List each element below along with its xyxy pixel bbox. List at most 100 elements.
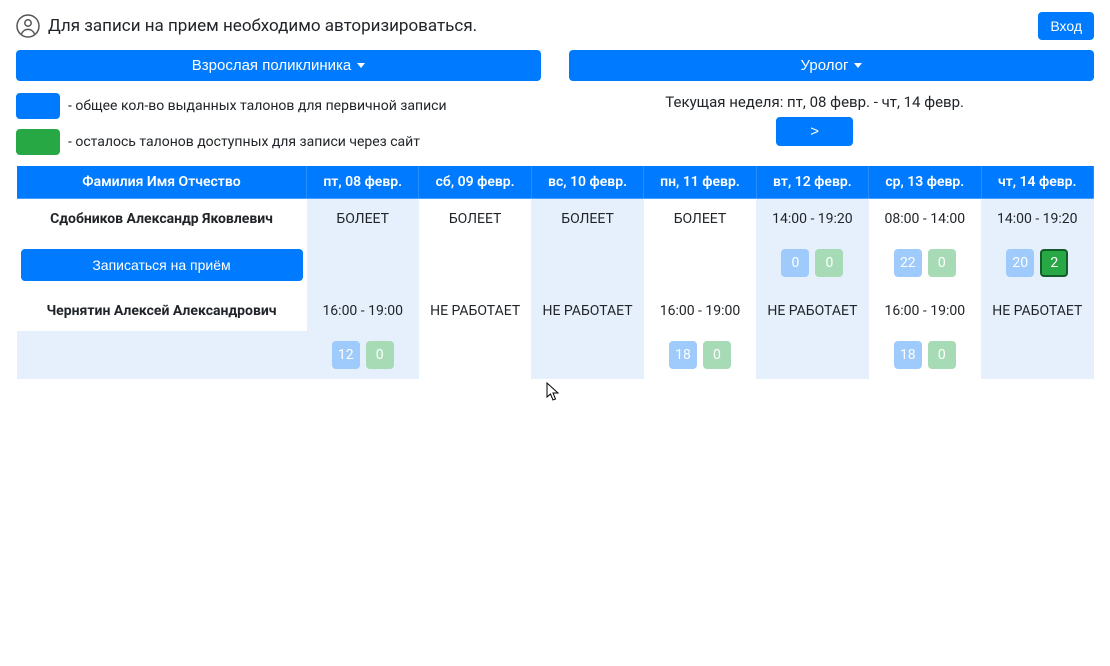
cell-status: НЕ РАБОТАЕТ <box>981 291 1093 331</box>
col-header-day: сб, 09 февр. <box>419 166 531 199</box>
legend-swatch-blue <box>16 93 60 119</box>
doctor-name: Сдобников Александр Яковлевич <box>17 199 307 240</box>
col-header-name: Фамилия Имя Отчество <box>17 166 307 199</box>
clinic-dropdown[interactable]: Взрослая поликлиника <box>16 50 541 81</box>
cell-badges: 120 <box>307 331 419 379</box>
table-row: Записаться на приём00220202 <box>17 239 1094 291</box>
cell-badges <box>981 331 1093 379</box>
status-text: НЕ РАБОТАЕТ <box>767 303 857 319</box>
badge-total: 18 <box>894 341 922 369</box>
cell-status: БОЛЕЕТ <box>644 199 756 240</box>
badge-group: 180 <box>669 341 731 369</box>
col-header-day: вс, 10 февр. <box>531 166 643 199</box>
current-week-label: Текущая неделя: пт, 08 февр. - чт, 14 фе… <box>665 93 964 111</box>
col-header-day: ср, 13 февр. <box>869 166 981 199</box>
top-bar: Для записи на прием необходимо авторизир… <box>16 12 1094 40</box>
badge-available: 0 <box>366 341 394 369</box>
legend-item-total: - общее кол-во выданных талонов для перв… <box>16 93 447 119</box>
badge-group: 180 <box>894 341 956 369</box>
cell-status: БОЛЕЕТ <box>419 199 531 240</box>
status-text: БОЛЕЕТ <box>674 211 727 227</box>
badge-group: 220 <box>894 249 956 277</box>
hours-text: 14:00 - 19:20 <box>772 211 853 227</box>
cursor-pointer-icon <box>546 382 562 402</box>
specialty-dropdown-label: Уролог <box>801 57 849 74</box>
filter-row: Взрослая поликлиника Уролог <box>16 50 1094 81</box>
schedule-table: Фамилия Имя Отчество пт, 08 февр. сб, 09… <box>16 165 1094 379</box>
cell-status: НЕ РАБОТАЕТ <box>756 291 868 331</box>
hours-text: 16:00 - 19:00 <box>660 303 741 319</box>
badge-available: 0 <box>928 341 956 369</box>
next-week-button[interactable]: > <box>776 117 853 146</box>
cell-badges <box>419 331 531 379</box>
cell-badges <box>307 239 419 291</box>
badge-total: 0 <box>781 249 809 277</box>
hours-text: 16:00 - 19:00 <box>885 303 966 319</box>
cell-badges <box>756 331 868 379</box>
cell-badges <box>644 239 756 291</box>
col-header-day: пт, 08 февр. <box>307 166 419 199</box>
status-text: НЕ РАБОТАЕТ <box>992 303 1082 319</box>
cell-hours: 08:00 - 14:00 <box>869 199 981 240</box>
hours-text: 14:00 - 19:20 <box>997 211 1078 227</box>
caret-down-icon <box>357 63 365 68</box>
specialty-dropdown[interactable]: Уролог <box>569 50 1094 81</box>
signup-button[interactable]: Записаться на приём <box>21 249 303 281</box>
cell-badges: 202 <box>981 239 1093 291</box>
badge-available: 0 <box>815 249 843 277</box>
cell-hours: 16:00 - 19:00 <box>869 291 981 331</box>
login-button[interactable]: Вход <box>1038 12 1094 40</box>
cell-badges <box>531 239 643 291</box>
doctor-name: Чернятин Алексей Александрович <box>17 291 307 331</box>
legend-text-total: - общее кол-во выданных талонов для перв… <box>68 98 447 114</box>
notice-block: Для записи на прием необходимо авторизир… <box>16 14 477 38</box>
auth-notice: Для записи на прием необходимо авторизир… <box>48 16 477 36</box>
status-text: НЕ РАБОТАЕТ <box>543 303 633 319</box>
info-row: - общее кол-во выданных талонов для перв… <box>16 93 1094 155</box>
table-row: 120180180 <box>17 331 1094 379</box>
cell-badges <box>419 239 531 291</box>
status-text: БОЛЕЕТ <box>336 211 389 227</box>
badge-available: 0 <box>928 249 956 277</box>
badge-available[interactable]: 2 <box>1040 249 1068 277</box>
badge-total: 12 <box>332 341 360 369</box>
legend-swatch-green <box>16 129 60 155</box>
cell-hours: 16:00 - 19:00 <box>644 291 756 331</box>
legend-text-available: - осталось талонов доступных для записи … <box>68 134 420 150</box>
cell-hours: 16:00 - 19:00 <box>307 291 419 331</box>
cell-status: НЕ РАБОТАЕТ <box>419 291 531 331</box>
col-header-day: чт, 14 февр. <box>981 166 1093 199</box>
cell-badges: 220 <box>869 239 981 291</box>
badge-group: 00 <box>781 249 843 277</box>
badge-total: 22 <box>894 249 922 277</box>
status-text: НЕ РАБОТАЕТ <box>430 303 520 319</box>
cell-badges: 180 <box>644 331 756 379</box>
clinic-dropdown-label: Взрослая поликлиника <box>192 57 351 74</box>
cell-status: БОЛЕЕТ <box>531 199 643 240</box>
caret-down-icon <box>854 63 862 68</box>
table-row: Чернятин Алексей Александрович 16:00 - 19… <box>17 291 1094 331</box>
cell-badges: 00 <box>756 239 868 291</box>
badge-total: 20 <box>1006 249 1034 277</box>
cell-status: БОЛЕЕТ <box>307 199 419 240</box>
badge-total: 18 <box>669 341 697 369</box>
status-text: БОЛЕЕТ <box>561 211 614 227</box>
legend: - общее кол-во выданных талонов для перв… <box>16 93 447 155</box>
cell-hours: 14:00 - 19:20 <box>981 199 1093 240</box>
cell-status: НЕ РАБОТАЕТ <box>531 291 643 331</box>
col-header-day: вт, 12 февр. <box>756 166 868 199</box>
table-header-row: Фамилия Имя Отчество пт, 08 февр. сб, 09… <box>17 166 1094 199</box>
week-block: Текущая неделя: пт, 08 февр. - чт, 14 фе… <box>665 93 1094 146</box>
user-icon <box>16 14 40 38</box>
legend-item-available: - осталось талонов доступных для записи … <box>16 129 447 155</box>
hours-text: 16:00 - 19:00 <box>322 303 403 319</box>
badge-group: 202 <box>1006 249 1068 277</box>
badge-group: 120 <box>332 341 394 369</box>
hours-text: 08:00 - 14:00 <box>885 211 966 227</box>
cell-badges <box>531 331 643 379</box>
cell-badges: 180 <box>869 331 981 379</box>
table-row: Сдобников Александр Яковлевич БОЛЕЕТ БОЛЕЕ… <box>17 199 1094 240</box>
status-text: БОЛЕЕТ <box>449 211 502 227</box>
cell-hours: 14:00 - 19:20 <box>756 199 868 240</box>
badge-available: 0 <box>703 341 731 369</box>
